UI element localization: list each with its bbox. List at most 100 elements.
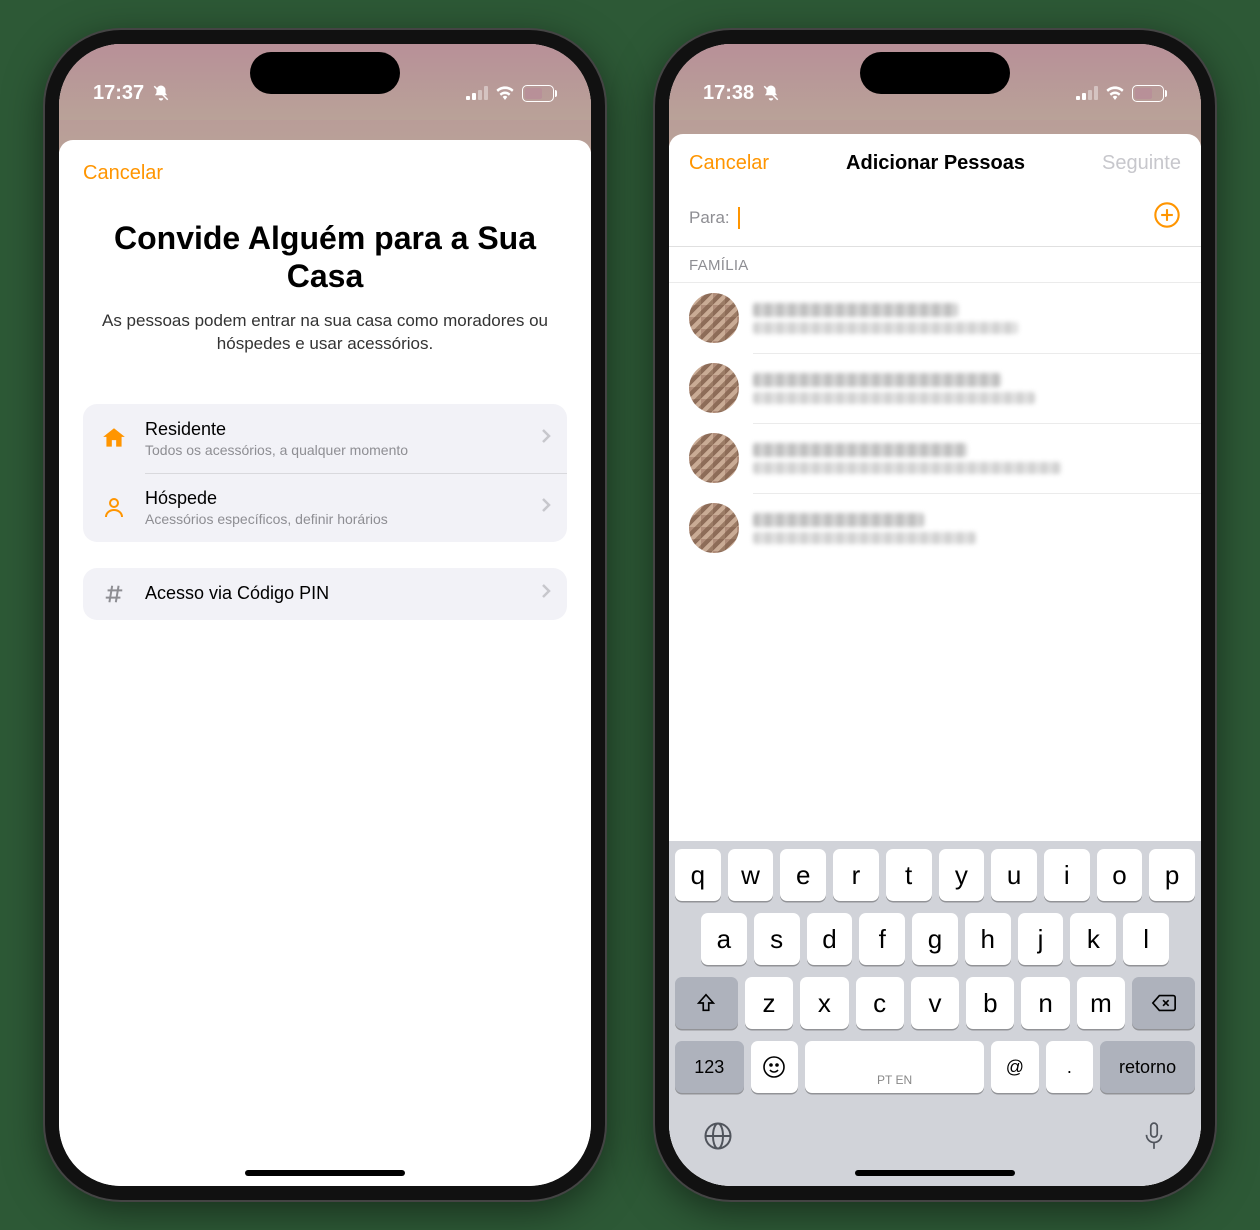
key-c[interactable]: c	[856, 977, 904, 1029]
screen-right: 17:38 64	[669, 44, 1201, 1186]
avatar	[689, 293, 739, 343]
cellular-icon	[1076, 86, 1098, 100]
dynamic-island	[250, 52, 400, 94]
keyboard-row-1: q w e r t y u i o p	[675, 849, 1195, 901]
key-r[interactable]: r	[833, 849, 879, 901]
key-o[interactable]: o	[1097, 849, 1143, 901]
emoji-key[interactable]	[751, 1041, 798, 1093]
contact-info-redacted	[753, 373, 1181, 404]
option-guest[interactable]: Hóspede Acessórios específicos, definir …	[83, 473, 567, 542]
cancel-button[interactable]: Cancelar	[83, 162, 163, 185]
avatar	[689, 433, 739, 483]
page-subtitle: As pessoas podem entrar na sua casa como…	[83, 310, 567, 356]
key-u[interactable]: u	[991, 849, 1037, 901]
key-t[interactable]: t	[886, 849, 932, 901]
key-i[interactable]: i	[1044, 849, 1090, 901]
contact-row[interactable]	[669, 493, 1201, 563]
contact-row[interactable]	[669, 283, 1201, 353]
cellular-icon	[466, 86, 488, 100]
house-icon	[99, 425, 129, 451]
key-e[interactable]: e	[780, 849, 826, 901]
contact-info-redacted	[753, 513, 1181, 544]
at-key[interactable]: @	[991, 1041, 1038, 1093]
home-indicator[interactable]	[855, 1170, 1015, 1176]
option-guest-sub: Acessórios específicos, definir horários	[145, 511, 525, 527]
to-field-row[interactable]: Para:	[669, 189, 1201, 247]
key-q[interactable]: q	[675, 849, 721, 901]
key-w[interactable]: w	[728, 849, 774, 901]
chevron-right-icon	[541, 428, 551, 449]
return-key[interactable]: retorno	[1100, 1041, 1195, 1093]
key-p[interactable]: p	[1149, 849, 1195, 901]
key-z[interactable]: z	[745, 977, 793, 1029]
add-people-card: Cancelar Adicionar Pessoas Seguinte Para…	[669, 134, 1201, 1186]
avatar	[689, 503, 739, 553]
nav-bar: Cancelar Adicionar Pessoas Seguinte	[669, 134, 1201, 189]
contact-row[interactable]	[669, 423, 1201, 493]
avatar	[689, 363, 739, 413]
phone-left: 17:37 64	[45, 30, 605, 1200]
nav-title: Adicionar Pessoas	[846, 152, 1025, 175]
option-resident-sub: Todos os acessórios, a qualquer momento	[145, 442, 525, 458]
key-y[interactable]: y	[939, 849, 985, 901]
keyboard-row-2: a s d f g h j k l	[675, 913, 1195, 965]
key-x[interactable]: x	[800, 977, 848, 1029]
battery-icon: 64	[522, 85, 557, 102]
key-k[interactable]: k	[1070, 913, 1116, 965]
mic-icon[interactable]	[1141, 1121, 1167, 1156]
section-header-family: FAMÍLIA	[669, 247, 1201, 283]
space-key[interactable]: PT EN	[805, 1041, 984, 1093]
wifi-icon	[1105, 86, 1125, 100]
contact-row[interactable]	[669, 353, 1201, 423]
status-time: 17:37	[93, 82, 144, 105]
option-pin[interactable]: Acesso via Código PIN	[83, 568, 567, 620]
backspace-key[interactable]	[1132, 977, 1195, 1029]
to-label: Para:	[689, 208, 730, 228]
key-s[interactable]: s	[754, 913, 800, 965]
screen-left: 17:37 64	[59, 44, 591, 1186]
dot-key[interactable]: .	[1046, 1041, 1093, 1093]
contact-info-redacted	[753, 303, 1181, 334]
key-b[interactable]: b	[966, 977, 1014, 1029]
status-time: 17:38	[703, 82, 754, 105]
key-f[interactable]: f	[859, 913, 905, 965]
key-m[interactable]: m	[1077, 977, 1125, 1029]
hash-icon	[99, 583, 129, 605]
contact-info-redacted	[753, 443, 1181, 474]
option-guest-title: Hóspede	[145, 488, 525, 509]
key-d[interactable]: d	[807, 913, 853, 965]
key-h[interactable]: h	[965, 913, 1011, 965]
pin-option-group: Acesso via Código PIN	[83, 568, 567, 620]
option-resident[interactable]: Residente Todos os acessórios, a qualque…	[83, 404, 567, 473]
keyboard-row-4: 123 PT EN @ . retorno	[675, 1041, 1195, 1093]
wifi-icon	[495, 86, 515, 100]
bell-off-icon	[762, 84, 780, 102]
add-contact-icon[interactable]	[1153, 201, 1181, 234]
option-resident-title: Residente	[145, 419, 525, 440]
key-g[interactable]: g	[912, 913, 958, 965]
key-n[interactable]: n	[1021, 977, 1069, 1029]
bell-off-icon	[152, 84, 170, 102]
chevron-right-icon	[541, 497, 551, 518]
chevron-right-icon	[541, 583, 551, 604]
person-icon	[99, 495, 129, 519]
globe-icon[interactable]	[703, 1121, 733, 1156]
battery-icon: 64	[1132, 85, 1167, 102]
key-l[interactable]: l	[1123, 913, 1169, 965]
key-a[interactable]: a	[701, 913, 747, 965]
next-button[interactable]: Seguinte	[1102, 152, 1181, 175]
shift-key[interactable]	[675, 977, 738, 1029]
invite-card: Cancelar Convide Alguém para a Sua Casa …	[59, 140, 591, 1186]
phone-right: 17:38 64	[655, 30, 1215, 1200]
key-v[interactable]: v	[911, 977, 959, 1029]
key-j[interactable]: j	[1018, 913, 1064, 965]
role-options: Residente Todos os acessórios, a qualque…	[83, 404, 567, 542]
option-pin-title: Acesso via Código PIN	[145, 583, 525, 604]
home-indicator[interactable]	[245, 1170, 405, 1176]
keyboard: q w e r t y u i o p a s d f g h	[669, 841, 1201, 1113]
cancel-button[interactable]: Cancelar	[689, 152, 769, 175]
text-cursor	[738, 207, 740, 229]
numbers-key[interactable]: 123	[675, 1041, 744, 1093]
dynamic-island	[860, 52, 1010, 94]
keyboard-row-3: z x c v b n m	[675, 977, 1195, 1029]
